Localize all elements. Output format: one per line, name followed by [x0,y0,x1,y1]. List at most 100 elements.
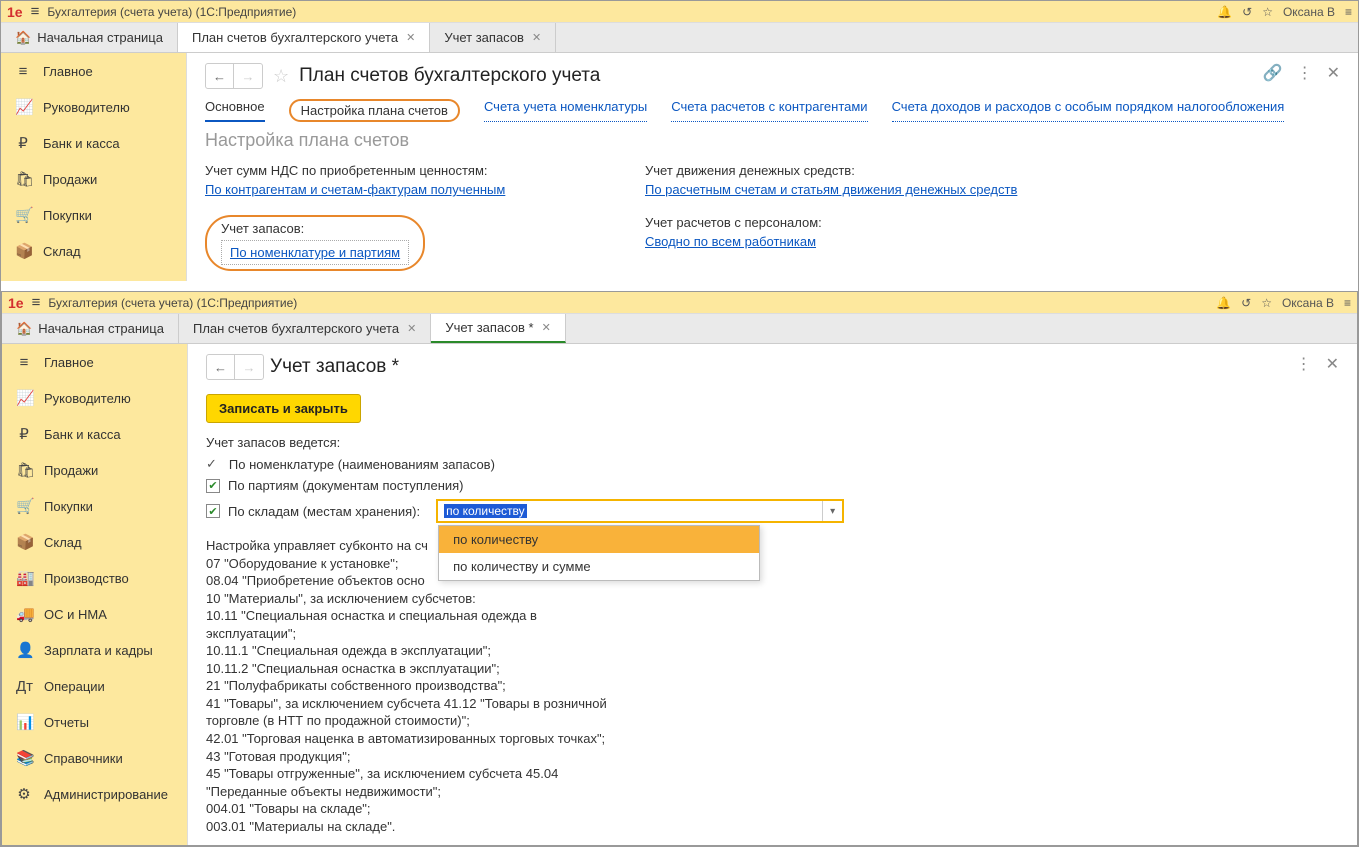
cash-link[interactable]: По расчетным счетам и статьям движения д… [645,182,1017,197]
nav-arrows2: ← → [206,354,264,380]
nds-link[interactable]: По контрагентам и счетам-фактурам получе… [205,182,505,197]
report-icon: 📊 [16,713,32,731]
main-icon: ≡ [15,63,31,80]
sidebar-item-main[interactable]: ≡Главное [2,344,187,380]
tab-home[interactable]: 🏠 Начальная страница [1,23,178,52]
sidebar-item-prod[interactable]: 🏭Производство [2,560,187,596]
sidebar-item-admin[interactable]: ⚙Администрирование [2,776,187,812]
sidebar-item-ops[interactable]: ДтОперации [2,668,187,704]
menu-icon[interactable]: ≡ [1345,5,1352,19]
select-text: по количеству [444,504,527,518]
nav-back[interactable]: ← [207,355,235,379]
subnav: Основное Настройка плана счетов Счета уч… [205,99,1340,122]
nds-label: Учет сумм НДС по приобретенным ценностям… [205,163,625,178]
sidebar-item-sales[interactable]: 🛍Продажи [2,452,187,488]
row-by-warehouse: По складам (местам хранения): по количес… [206,499,1339,523]
pers-link[interactable]: Сводно по всем работникам [645,234,816,249]
close-icon[interactable]: ✕ [407,322,416,335]
sidebar-item-refs[interactable]: 📚 Справочники [2,740,187,776]
chart-icon: 📈 [15,98,31,116]
sidebar-item-warehouse[interactable]: 📦Склад [1,233,186,269]
tab-plan[interactable]: План счетов бухгалтерского учета ✕ [178,23,430,52]
tab-stock[interactable]: Учет запасов ✕ [430,23,556,52]
sidebar-label: Продажи [43,172,97,187]
close-icon[interactable]: ✕ [542,321,551,334]
tab-plan-label: План счетов бухгалтерского учета [192,30,398,45]
more-icon[interactable]: ⋮ [1296,354,1312,374]
subnav-nomen[interactable]: Счета учета номенклатуры [484,99,647,122]
user-name[interactable]: Оксана В [1282,296,1334,310]
sidebar-item-reports[interactable]: 📊Отчеты [2,704,187,740]
subnav-setup[interactable]: Настройка плана счетов [289,99,460,122]
hamburger-icon[interactable]: ≡ [32,294,41,311]
chart-icon: 📈 [16,389,32,407]
favorite-icon[interactable]: ☆ [273,66,289,87]
home-icon: 🏠 [16,321,32,337]
ops-icon: Дт [16,678,32,695]
close-icon[interactable]: ✕ [1326,354,1339,374]
save-close-button[interactable]: Записать и закрыть [206,394,361,423]
checkbox-party[interactable] [206,479,220,493]
sidebar-item-purch[interactable]: 🛒Покупки [1,197,186,233]
sidebar-label: Руководителю [44,391,131,406]
sidebar-item-main[interactable]: ≡Главное [1,53,186,89]
checkbox-warehouse[interactable] [206,504,220,518]
close-icon[interactable]: ✕ [532,31,541,44]
more-icon[interactable]: ⋮ [1297,63,1313,83]
nav-forward[interactable]: → [234,64,262,88]
tab-stock-label: Учет запасов [444,30,524,45]
content-top-actions2: ⋮ ✕ [1296,354,1339,374]
sidebar-item-manager[interactable]: 📈 Руководителю [2,380,187,416]
sidebar-item-warehouse[interactable]: 📦Склад [2,524,187,560]
star-icon[interactable]: ☆ [1262,5,1273,19]
sidebar-label: Справочники [44,751,123,766]
select-value: по количеству [438,501,822,521]
sidebar-label: ОС и НМА [44,607,107,622]
bell-icon[interactable]: 🔔 [1217,5,1232,19]
page-title2: Учет запасов * [270,356,399,378]
titlebar-actions2: 🔔 ↺ ☆ Оксана В ≡ [1216,296,1351,310]
warehouse-select[interactable]: по количеству ▾ по количеству по количес… [436,499,844,523]
close-icon[interactable]: ✕ [406,31,415,44]
nav-back[interactable]: ← [206,64,234,88]
subnav-contr[interactable]: Счета расчетов с контрагентами [671,99,867,122]
sidebar-item-bank[interactable]: ₽Банк и касса [2,416,187,452]
tab-home2[interactable]: 🏠 Начальная страница [2,314,179,343]
sidebar-label: Склад [43,244,81,259]
sidebar-item-sales[interactable]: 🛍Продажи [1,161,186,197]
star-icon[interactable]: ☆ [1261,296,1272,310]
subnav-tax[interactable]: Счета доходов и расходов с особым порядк… [892,99,1285,122]
history-icon[interactable]: ↺ [1241,296,1251,310]
folder-icon: 📚 [16,749,32,767]
tab-plan2[interactable]: План счетов бухгалтерского учета ✕ [179,314,431,343]
subnav-main[interactable]: Основное [205,99,265,122]
main-row2: ≡Главное 📈 Руководителю ₽Банк и касса 🛍Пр… [2,344,1357,845]
close-icon[interactable]: ✕ [1327,63,1340,83]
hamburger-icon[interactable]: ≡ [31,3,40,20]
sidebar-label: Покупки [44,499,93,514]
check-icon: ✓ [206,456,217,472]
sidebar-item-bank[interactable]: ₽Банк и касса [1,125,186,161]
link-icon[interactable]: 🔗 [1263,63,1283,83]
sidebar-item-purch[interactable]: 🛒 Покупки [2,488,187,524]
ruble-icon: ₽ [16,425,32,443]
row-by-party: По партиям (документам поступления) [206,478,1339,493]
sidebar-item-manager[interactable]: 📈Руководителю [1,89,186,125]
dropdown-opt2[interactable]: по количеству и сумме [439,553,759,580]
user-name[interactable]: Оксана В [1283,5,1335,19]
history-icon[interactable]: ↺ [1242,5,1252,19]
sidebar-label: Производство [44,571,129,586]
sidebar-item-salary[interactable]: 👤Зарплата и кадры [2,632,187,668]
app-title2: Бухгалтерия (счета учета) (1С:Предприяти… [48,296,1208,310]
chevron-down-icon[interactable]: ▾ [822,501,842,521]
dropdown-opt1[interactable]: по количеству [439,526,759,553]
menu-icon[interactable]: ≡ [1344,296,1351,310]
stock-link[interactable]: По номенклатуре и партиям [230,245,400,260]
nav-forward[interactable]: → [235,355,263,379]
tab-stock2[interactable]: Учет запасов * ✕ [431,314,566,343]
sidebar-item-os[interactable]: 🚚ОС и НМА [2,596,187,632]
bell-icon[interactable]: 🔔 [1216,296,1231,310]
cart-icon: 🛒 [16,497,32,515]
stock-highlight: Учет запасов: По номенклатуре и партиям [205,215,425,271]
by-nomen-label: По номенклатуре (наименованиям запасов) [229,457,495,472]
